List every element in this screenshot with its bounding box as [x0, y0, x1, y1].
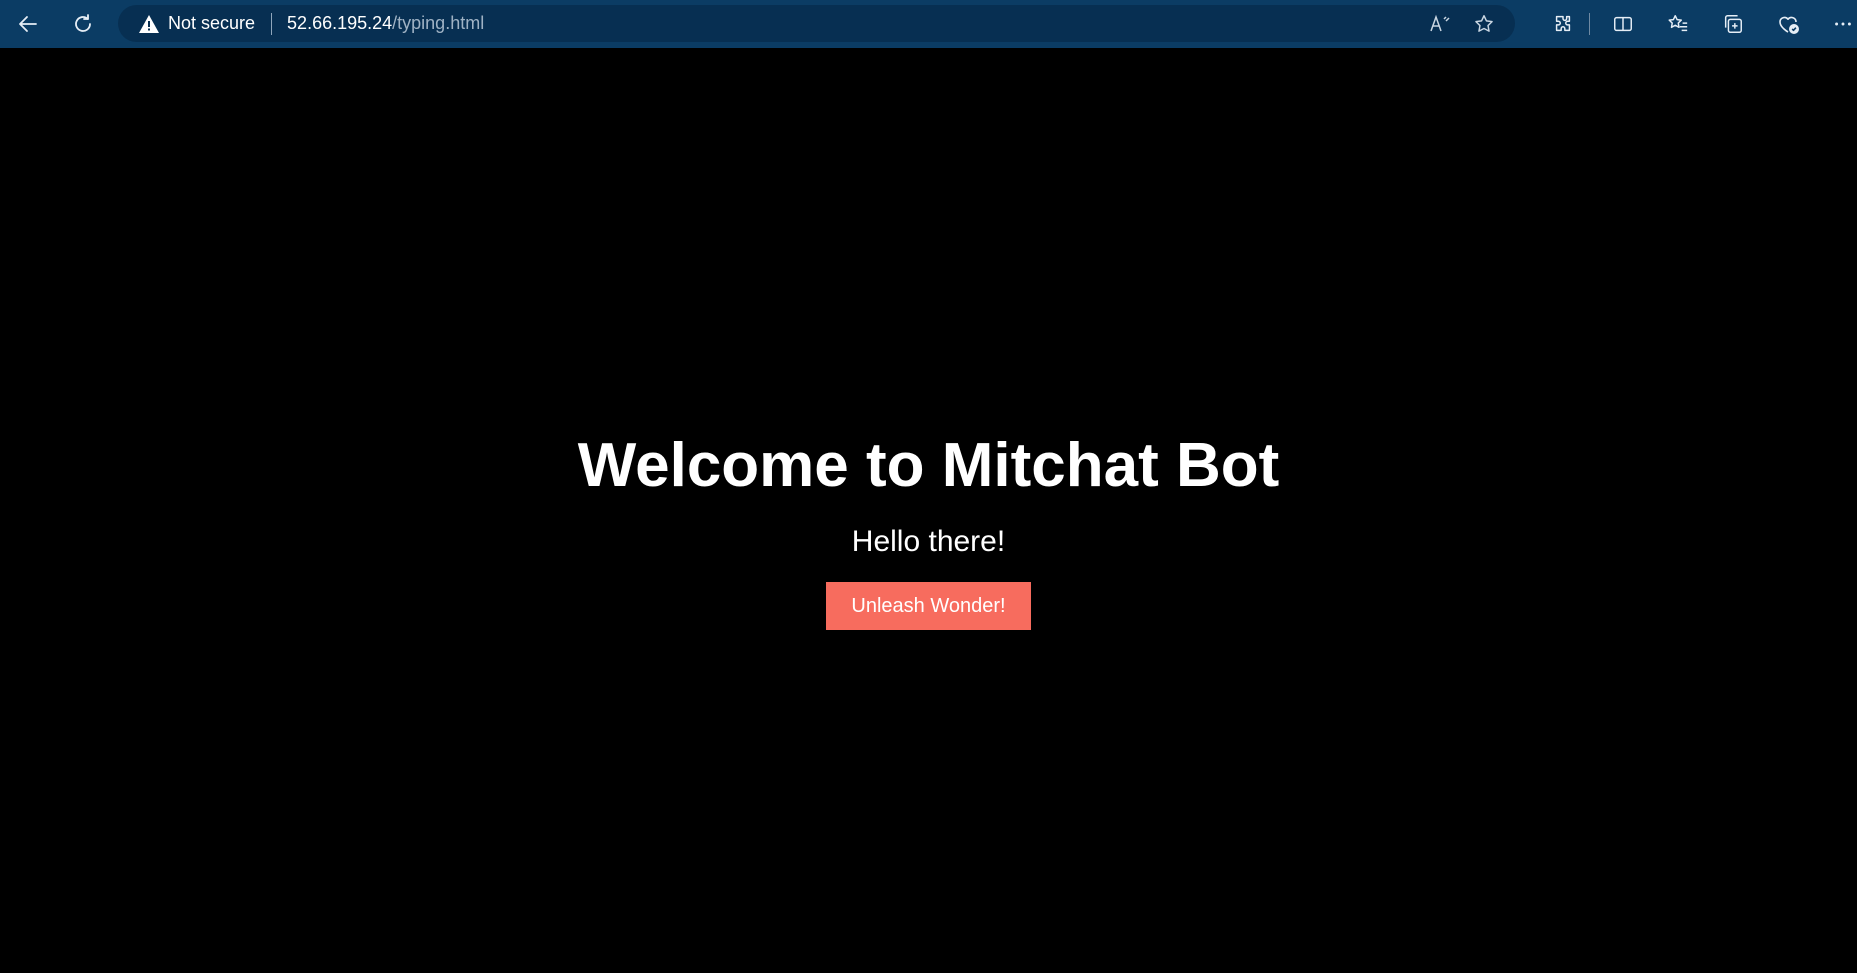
- read-aloud-button[interactable]: [1423, 7, 1457, 41]
- back-arrow-icon: [19, 16, 37, 32]
- greeting-text: Hello there!: [851, 525, 1006, 558]
- browser-right-tools: [1530, 4, 1857, 44]
- warning-triangle-icon: [139, 14, 159, 33]
- url-text[interactable]: 52.66.195.24/typing.html: [287, 13, 484, 34]
- extensions-button[interactable]: [1541, 4, 1585, 44]
- read-aloud-icon: [1430, 14, 1450, 31]
- star-icon: [1475, 14, 1493, 32]
- collections-icon: [1724, 15, 1742, 33]
- security-indicator[interactable]: Not secure: [138, 13, 255, 34]
- page-content: Welcome to Mitchat Bot Hello there! Unle…: [0, 48, 1857, 973]
- hero-section: Welcome to Mitchat Bot Hello there! Unle…: [0, 428, 1857, 630]
- collections-button[interactable]: [1711, 4, 1755, 44]
- address-separator: [271, 12, 273, 35]
- address-bar-actions: [1423, 5, 1501, 42]
- reload-icon: [75, 14, 91, 32]
- url-path: /typing.html: [392, 13, 485, 33]
- favorites-list-icon: [1668, 15, 1688, 32]
- more-options-button[interactable]: [1821, 4, 1857, 44]
- security-label: Not secure: [168, 13, 256, 33]
- reload-button[interactable]: [63, 4, 103, 44]
- back-button[interactable]: [8, 4, 48, 44]
- browser-toolbar: Not secure 52.66.195.24/typing.html: [0, 0, 1857, 48]
- toolbar-divider: [1589, 13, 1590, 35]
- favorites-button[interactable]: [1656, 4, 1700, 44]
- page-title: Welcome to Mitchat Bot: [577, 431, 1280, 500]
- more-dots-icon: [1835, 22, 1851, 26]
- favorite-button[interactable]: [1467, 7, 1501, 41]
- browser-essentials-icon: [1779, 16, 1799, 34]
- browser-essentials-button[interactable]: [1766, 4, 1810, 44]
- unleash-wonder-button[interactable]: Unleash Wonder!: [826, 582, 1031, 630]
- address-bar[interactable]: Not secure 52.66.195.24/typing.html: [118, 5, 1515, 42]
- split-screen-icon: [1614, 16, 1632, 32]
- puzzle-icon: [1555, 15, 1571, 32]
- split-screen-button[interactable]: [1601, 4, 1645, 44]
- url-host: 52.66.195.24: [287, 13, 393, 33]
